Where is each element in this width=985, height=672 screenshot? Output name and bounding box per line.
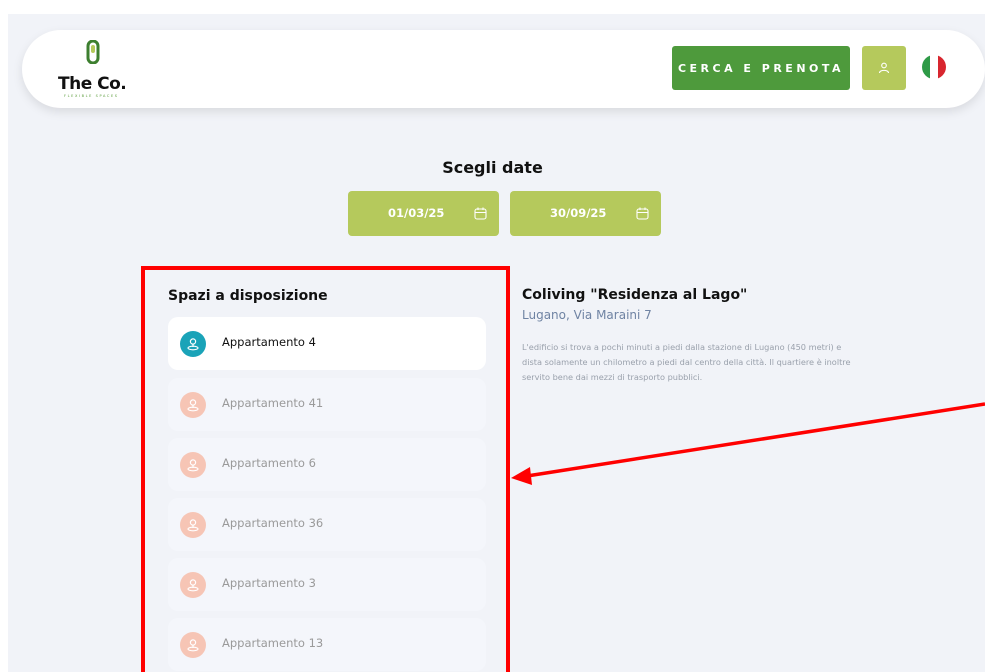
end-date-value: 30/09/25 bbox=[550, 206, 607, 220]
logo-mark-icon bbox=[86, 40, 100, 64]
location-pin-icon bbox=[180, 512, 206, 538]
apartment-label: Appartamento 36 bbox=[222, 516, 324, 530]
apartment-item[interactable]: Appartamento 41 bbox=[168, 378, 486, 431]
location-pin-icon bbox=[180, 632, 206, 658]
location-pin-icon bbox=[180, 331, 206, 357]
coliving-description: L'edificio si trova a pochi minuti a pie… bbox=[522, 342, 851, 382]
available-spaces-heading: Spazi a disposizione bbox=[168, 288, 328, 304]
apartment-item[interactable]: Appartamento 36 bbox=[168, 498, 486, 551]
calendar-icon bbox=[474, 207, 487, 220]
start-date-value: 01/03/25 bbox=[388, 206, 445, 220]
brand-logo[interactable]: The Co. FLEXIBLE SPACES bbox=[58, 38, 148, 100]
coliving-title: Coliving "Residenza al Lago" bbox=[522, 287, 748, 303]
location-pin-icon bbox=[180, 572, 206, 598]
choose-dates-heading: Scegli date bbox=[442, 158, 543, 177]
end-date-picker[interactable]: 30/09/25 bbox=[510, 191, 661, 236]
italian-flag-icon[interactable] bbox=[922, 55, 946, 79]
logo-tagline: FLEXIBLE SPACES bbox=[64, 94, 119, 98]
apartment-label: Appartamento 3 bbox=[222, 576, 316, 590]
start-date-picker[interactable]: 01/03/25 bbox=[348, 191, 499, 236]
apartment-item[interactable]: Appartamento 4 bbox=[168, 317, 486, 370]
user-account-button[interactable] bbox=[862, 46, 906, 90]
apartment-item[interactable]: Appartamento 3 bbox=[168, 558, 486, 611]
apartment-label: Appartamento 6 bbox=[222, 456, 316, 470]
apartment-item[interactable]: Appartamento 13 bbox=[168, 618, 486, 671]
location-pin-icon bbox=[180, 452, 206, 478]
user-icon bbox=[878, 62, 890, 74]
logo-text: The Co. bbox=[58, 74, 127, 94]
calendar-icon bbox=[636, 207, 649, 220]
apartment-label: Appartamento 13 bbox=[222, 636, 324, 650]
top-navbar: The Co. FLEXIBLE SPACES CERCA E PRENOTA bbox=[22, 30, 985, 108]
apartment-label: Appartamento 4 bbox=[222, 335, 316, 349]
location-pin-icon bbox=[180, 392, 206, 418]
coliving-address: Lugano, Via Maraini 7 bbox=[522, 308, 652, 322]
apartment-label: Appartamento 41 bbox=[222, 396, 324, 410]
search-and-book-button[interactable]: CERCA E PRENOTA bbox=[672, 46, 850, 90]
apartment-item[interactable]: Appartamento 6 bbox=[168, 438, 486, 491]
